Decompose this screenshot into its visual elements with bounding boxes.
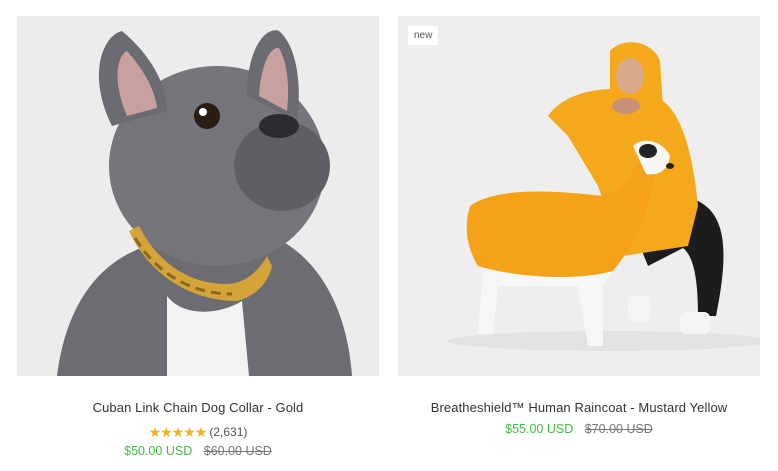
new-badge: new (408, 26, 439, 45)
price-row: $55.00 USD $70.00 USD (398, 422, 760, 436)
sale-price: $50.00 USD (124, 444, 193, 458)
product-image-raincoat[interactable]: new (398, 16, 760, 376)
product-title[interactable]: Breatheshield™ Human Raincoat - Mustard … (398, 400, 760, 415)
sale-price: $55.00 USD (505, 422, 574, 436)
star-rating-icon: ★★★★★ (148, 423, 208, 440)
product-card[interactable]: new Breatheshield™ Human Raincoat - Must… (398, 16, 760, 436)
product-title[interactable]: Cuban Link Chain Dog Collar - Gold (17, 400, 379, 415)
product-rating: ★★★★★ (2,631) (17, 424, 379, 440)
compare-price: $70.00 USD (584, 422, 653, 436)
product-image-dog-collar[interactable] (17, 16, 379, 376)
product-card[interactable]: Cuban Link Chain Dog Collar - Gold ★★★★★… (17, 16, 379, 458)
review-count: (2,631) (209, 425, 248, 439)
price-row: $50.00 USD $60.00 USD (17, 444, 379, 458)
compare-price: $60.00 USD (203, 444, 272, 458)
